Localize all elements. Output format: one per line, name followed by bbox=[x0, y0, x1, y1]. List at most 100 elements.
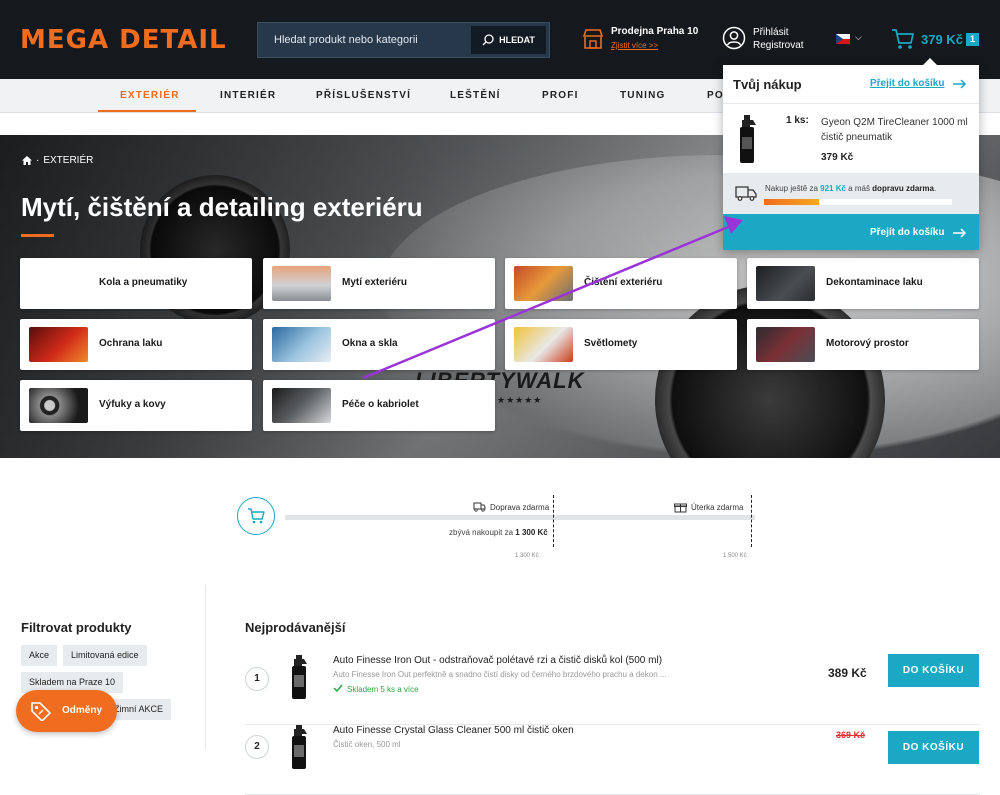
category-tile-convertible[interactable]: Péče o kabriolet bbox=[263, 380, 495, 431]
category-thumbnail bbox=[756, 327, 815, 362]
cart-item-name[interactable]: Gyeon Q2M TireCleaner 1000 ml čistič pne… bbox=[821, 115, 971, 145]
cart-button[interactable]: 379 Kč 1 bbox=[891, 28, 979, 55]
register-link[interactable]: Registrovat bbox=[753, 39, 804, 52]
page-title: Mytí, čištění a detailing exteriéru bbox=[21, 192, 423, 222]
category-label: Péče o kabriolet bbox=[342, 399, 419, 410]
store-icon bbox=[582, 29, 604, 49]
cart-total: 379 Kč bbox=[921, 32, 963, 47]
cart-count-badge: 1 bbox=[966, 33, 979, 46]
category-tile-headlights[interactable]: Světlomety bbox=[505, 319, 737, 370]
category-tile-glass[interactable]: Okna a skla bbox=[263, 319, 495, 370]
category-label: Dekontaminace laku bbox=[826, 277, 923, 288]
product-row: 1 Auto Finesse Iron Out - odstraňovač po… bbox=[245, 654, 980, 725]
filter-title: Filtrovat produkty bbox=[21, 620, 132, 635]
checkout-button[interactable]: Přejít do košíku bbox=[723, 214, 979, 250]
search-box: HLEDAT bbox=[257, 22, 550, 58]
home-icon[interactable] bbox=[22, 156, 32, 165]
product-name[interactable]: Auto Finesse Iron Out - odstraňovač polé… bbox=[333, 655, 662, 666]
category-thumbnail bbox=[272, 327, 331, 362]
product-old-price: 369 Kč bbox=[836, 730, 866, 740]
category-label: Kola a pneumatiky bbox=[99, 277, 188, 288]
tag-icon bbox=[31, 702, 51, 721]
category-tile-cleaning[interactable]: Čištění exteriéru bbox=[505, 258, 737, 309]
nav-item-polishing[interactable]: LEŠTĚNÍ bbox=[450, 90, 501, 101]
nav-item-accessories[interactable]: PŘÍSLUŠENSTVÍ bbox=[316, 90, 411, 101]
add-to-cart-button[interactable]: DO KOŠÍKU bbox=[888, 731, 979, 764]
search-input[interactable] bbox=[258, 23, 470, 57]
cart-icon bbox=[248, 508, 265, 524]
shipping-remaining-amount: 921 Kč bbox=[820, 184, 846, 193]
shipping-remaining-text: Nakup ještě za 921 Kč a máš dopravu zdar… bbox=[765, 184, 937, 193]
threshold-marker-1 bbox=[553, 495, 554, 547]
title-accent bbox=[21, 234, 54, 237]
store-name: Prodejna Praha 10 bbox=[611, 26, 699, 37]
product-name[interactable]: Auto Finesse Crystal Glass Cleaner 500 m… bbox=[333, 725, 574, 736]
go-to-cart-link[interactable]: Přejít do košíku bbox=[870, 78, 944, 89]
category-label: Mytí exteriéru bbox=[342, 277, 408, 288]
product-image[interactable] bbox=[289, 725, 309, 769]
login-link[interactable]: Přihlásit bbox=[753, 26, 804, 39]
nav-item-interior[interactable]: INTERIÉR bbox=[220, 90, 276, 101]
category-tile-engine[interactable]: Motorový prostor bbox=[747, 319, 979, 370]
account-labels: Přihlásit Registrovat bbox=[753, 26, 804, 52]
logo[interactable]: MEGA DETAIL bbox=[20, 25, 227, 55]
product-description: Auto Finesse Iron Out perfektně a snadno… bbox=[333, 670, 667, 679]
search-button[interactable]: HLEDAT bbox=[471, 26, 546, 54]
chevron-down-icon[interactable]: ⌵ bbox=[855, 32, 862, 43]
czech-flag-icon[interactable] bbox=[836, 34, 850, 44]
hero-decal-stars: ★★★★★ bbox=[497, 395, 543, 405]
nav-item-exterior[interactable]: EXTERIÉR bbox=[120, 90, 180, 101]
category-label: Výfuky a kovy bbox=[99, 399, 166, 410]
product-row: 2 Auto Finesse Crystal Glass Cleaner 500… bbox=[245, 725, 980, 795]
cart-popover: Tvůj nákup Přejít do košíku 1 ks: Gyeon … bbox=[723, 65, 979, 250]
divider bbox=[723, 103, 979, 104]
nav-item-profi[interactable]: PROFI bbox=[542, 90, 579, 101]
breadcrumb: · EXTERIÉR bbox=[22, 155, 93, 166]
tuesday-free-label: Úterka zdarma bbox=[691, 503, 744, 512]
cart-item-qty: 1 ks: bbox=[786, 115, 809, 126]
category-thumbnail bbox=[272, 266, 331, 301]
category-tile-paint-protection[interactable]: Ochrana laku bbox=[20, 319, 252, 370]
category-tile-exhaust[interactable]: Výfuky a kovy bbox=[20, 380, 252, 431]
popover-caret bbox=[922, 58, 938, 66]
filter-tag[interactable]: Limitovaná edice bbox=[63, 645, 147, 666]
search-button-label: HLEDAT bbox=[499, 35, 535, 45]
product-price: 389 Kč bbox=[828, 666, 867, 680]
category-thumbnail bbox=[514, 327, 573, 362]
product-stock: Skladem 5 ks a více bbox=[333, 684, 419, 694]
breadcrumb-separator: · bbox=[36, 155, 40, 166]
category-tile-wash[interactable]: Mytí exteriéru bbox=[263, 258, 495, 309]
arrow-right-icon bbox=[953, 228, 967, 238]
product-image[interactable] bbox=[736, 115, 758, 163]
free-shipping-label: Doprava zdarma bbox=[490, 503, 550, 512]
threshold-marker-2 bbox=[751, 495, 752, 547]
free-shipping-progress: Nakup ještě za 921 Kč a máš dopravu zdar… bbox=[723, 173, 979, 214]
category-thumbnail bbox=[272, 388, 331, 423]
category-label: Motorový prostor bbox=[826, 338, 909, 349]
category-label: Okna a skla bbox=[342, 338, 398, 349]
shipping-progress-bar bbox=[764, 199, 952, 205]
shipping-threshold-bar bbox=[285, 515, 755, 520]
rewards-label: Odměny bbox=[62, 705, 103, 716]
shipping-progress-fill bbox=[764, 199, 819, 205]
check-icon bbox=[333, 684, 343, 693]
product-description: Čistič oken, 500 ml bbox=[333, 740, 401, 749]
category-tile-wheels[interactable]: Kola a pneumatiky bbox=[20, 258, 252, 309]
category-tile-decontamination[interactable]: Dekontaminace laku bbox=[747, 258, 979, 309]
nav-active-indicator bbox=[98, 110, 196, 112]
account-menu[interactable]: Přihlásit Registrovat bbox=[722, 26, 804, 55]
nav-item-tuning[interactable]: TUNING bbox=[620, 90, 666, 101]
checkout-button-label: Přejít do košíku bbox=[870, 227, 945, 238]
nav-item-more[interactable]: PO bbox=[707, 90, 724, 101]
gift-icon bbox=[674, 503, 687, 513]
add-to-cart-button[interactable]: DO KOŠÍKU bbox=[888, 654, 979, 687]
store-more-link[interactable]: Zjistit více >> bbox=[611, 41, 658, 50]
arrow-right-icon[interactable] bbox=[953, 79, 967, 89]
popover-title: Tvůj nákup bbox=[733, 77, 802, 92]
filter-tag[interactable]: Akce bbox=[21, 645, 58, 666]
category-thumbnail bbox=[29, 266, 88, 301]
category-label: Ochrana laku bbox=[99, 338, 163, 349]
sidebar-divider bbox=[205, 585, 206, 749]
product-image[interactable] bbox=[289, 655, 309, 699]
rewards-button[interactable]: Odměny bbox=[16, 690, 117, 732]
